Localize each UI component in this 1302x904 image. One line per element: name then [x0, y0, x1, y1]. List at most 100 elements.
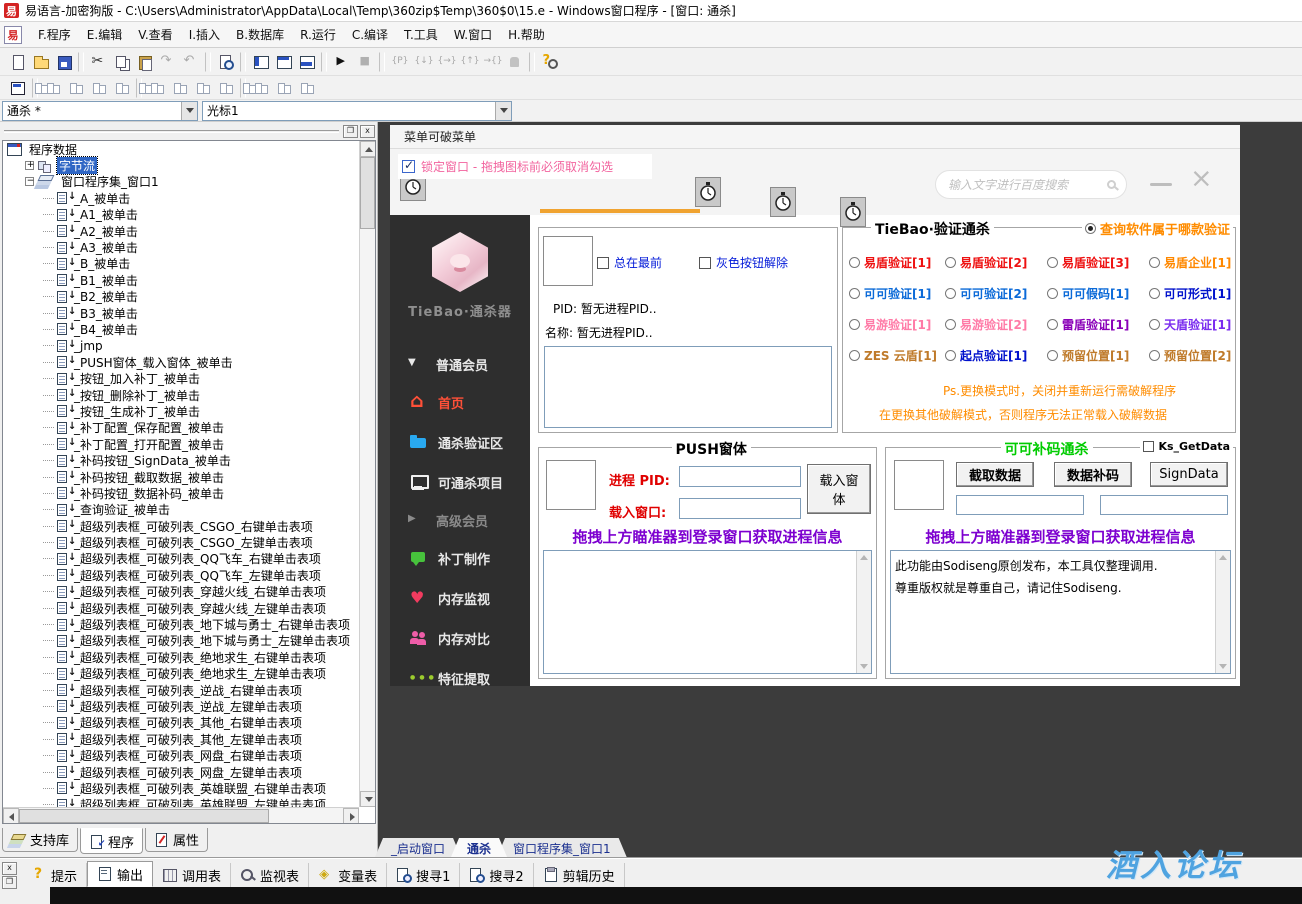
output-tab[interactable]: 监视表	[231, 863, 309, 887]
open-icon[interactable]	[29, 51, 52, 73]
expand-icon[interactable]	[25, 161, 34, 170]
scroll-left-icon[interactable]	[3, 808, 19, 824]
sidebar-item[interactable]: 通杀验证区	[390, 422, 530, 462]
run-icon[interactable]	[330, 51, 353, 73]
push-output-edit[interactable]	[543, 550, 872, 674]
verify-mode-radio[interactable]: 天盾验证[1]	[1149, 316, 1237, 333]
menu-item[interactable]: V.查看	[130, 25, 180, 45]
timer-component-icon[interactable]	[770, 187, 796, 217]
verify-mode-radio[interactable]: 易游验证[1]	[849, 316, 945, 333]
radio-icon[interactable]	[849, 350, 860, 361]
a10-icon[interactable]	[272, 77, 295, 99]
tree-item-event-sub[interactable]: _补丁配置_保存配置_被单击	[3, 420, 359, 436]
form-designer-icon[interactable]	[6, 77, 29, 99]
tree-horizontal-scrollbar[interactable]	[3, 807, 359, 823]
panel-restore-button[interactable]: ❐	[2, 876, 17, 889]
tree-item-event-sub[interactable]: _A1_被单击	[3, 207, 359, 223]
tree-item-event-sub[interactable]: _按钮_生成补丁_被单击	[3, 403, 359, 419]
tree-item-event-sub[interactable]: _超级列表框_可破列表_QQ飞车_左键单击表项	[3, 567, 359, 583]
cut-icon[interactable]	[87, 51, 110, 73]
sidebar-item[interactable]: 高级会员	[390, 502, 530, 538]
baidu-search-box[interactable]	[935, 170, 1127, 199]
radio-icon[interactable]	[1149, 350, 1160, 361]
tree-item-event-sub[interactable]: _查询验证_被单击	[3, 502, 359, 518]
tree-item-event-sub[interactable]: _PUSH窗体_载入窗体_被单击	[3, 354, 359, 370]
menu-item[interactable]: R.运行	[292, 25, 344, 45]
sidebar-item[interactable]: 特征提取	[390, 658, 530, 686]
radio-icon[interactable]	[849, 257, 860, 268]
chevron-down-icon[interactable]	[181, 102, 197, 120]
checkbox-icon[interactable]	[699, 257, 711, 269]
layout-grid-icon[interactable]	[295, 51, 318, 73]
tree-item-bytestream[interactable]: 字节流	[3, 157, 359, 173]
sidebar-item[interactable]: 补丁制作	[390, 538, 530, 578]
sidebar-item[interactable]: 普通会员	[390, 346, 530, 382]
radio-selected-icon[interactable]	[1085, 223, 1096, 234]
tree-item-event-sub[interactable]: _超级列表框_可破列表_英雄联盟_左键单击表项	[3, 797, 359, 807]
aim-target-box[interactable]	[894, 460, 944, 510]
data-patch-button[interactable]: 数据补码	[1054, 462, 1132, 487]
checkbox-icon[interactable]	[597, 257, 609, 269]
keke-notice-edit[interactable]: 此功能由Sodiseng原创发布，本工具仅整理调用. 尊重版权就是尊重自己，请记…	[890, 550, 1231, 674]
radio-icon[interactable]	[945, 350, 956, 361]
search-icon[interactable]	[1107, 180, 1116, 189]
menu-item[interactable]: I.插入	[181, 25, 228, 45]
workspace-tab[interactable]: 程序	[80, 828, 143, 854]
step-into-icon[interactable]	[411, 51, 434, 73]
a7-icon[interactable]	[191, 77, 214, 99]
keke-input-1[interactable]	[956, 495, 1084, 515]
stop-icon[interactable]	[353, 51, 376, 73]
output-tab[interactable]: 剪辑历史	[534, 863, 625, 887]
a2-icon[interactable]	[64, 77, 87, 99]
help-find-icon[interactable]	[538, 51, 561, 73]
sidebar-item[interactable]: 首页	[390, 382, 530, 422]
capture-data-button[interactable]: 截取数据	[956, 462, 1034, 487]
load-form-button[interactable]: 载入窗体	[807, 464, 871, 514]
output-tab[interactable]: 调用表	[153, 863, 231, 887]
load-window-input[interactable]	[679, 498, 801, 519]
tree-item-event-sub[interactable]: _B2_被单击	[3, 289, 359, 305]
menu-item[interactable]: F.程序	[30, 25, 79, 45]
tree-vertical-scrollbar[interactable]	[359, 141, 375, 807]
search-input[interactable]	[946, 177, 1107, 193]
radio-icon[interactable]	[945, 288, 956, 299]
tree-item-event-sub[interactable]: _超级列表框_可破列表_CSGO_左键单击表项	[3, 534, 359, 550]
tree-item-event-sub[interactable]: _超级列表框_可破列表_穿越火线_右键单击表项	[3, 584, 359, 600]
debug-vars-icon[interactable]	[388, 51, 411, 73]
ks-getdata-checkbox[interactable]: Ks_GetData	[1140, 440, 1233, 453]
run-to-cursor-icon[interactable]	[480, 51, 503, 73]
tree-item-event-sub[interactable]: _补码按钮_数据补码_被单击	[3, 485, 359, 501]
tree-item-event-sub[interactable]: _超级列表框_可破列表_英雄联盟_右键单击表项	[3, 780, 359, 796]
tree-item-event-sub[interactable]: _按钮_加入补丁_被单击	[3, 370, 359, 386]
tree-item-event-sub[interactable]: _超级列表框_可破列表_其他_右键单击表项	[3, 715, 359, 731]
output-tab[interactable]: 搜寻1	[387, 863, 460, 887]
process-pid-input[interactable]	[679, 466, 801, 487]
tree-item-event-sub[interactable]: _超级列表框_可破列表_QQ飞车_右键单击表项	[3, 551, 359, 567]
panel-grip[interactable]	[4, 130, 339, 133]
verify-mode-radio[interactable]: 预留位置[1]	[1047, 347, 1149, 364]
tree-item-event-sub[interactable]: _超级列表框_可破列表_地下城与勇士_右键单击表项	[3, 616, 359, 632]
scroll-down-icon[interactable]	[360, 791, 376, 807]
scrollbar-thumb[interactable]	[360, 157, 375, 229]
scroll-right-icon[interactable]	[343, 808, 359, 824]
tree-item-event-sub[interactable]: _超级列表框_可破列表_逆战_左键单击表项	[3, 698, 359, 714]
radio-icon[interactable]	[1149, 288, 1160, 299]
sidebar-item[interactable]: 内存监视	[390, 578, 530, 618]
menu-item[interactable]: H.帮助	[500, 25, 553, 45]
step-out-icon[interactable]	[457, 51, 480, 73]
verify-mode-radio[interactable]: ZES 云盾[1]	[849, 347, 945, 364]
tree-item-event-sub[interactable]: _按钮_删除补丁_被单击	[3, 387, 359, 403]
tree-item-event-sub[interactable]: _B3_被单击	[3, 305, 359, 321]
tree-item-event-sub[interactable]: _B4_被单击	[3, 321, 359, 337]
pause-hand-icon[interactable]	[503, 51, 526, 73]
tree-item-event-sub[interactable]: _超级列表框_可破列表_网盘_右键单击表项	[3, 747, 359, 763]
radio-icon[interactable]	[849, 288, 860, 299]
menu-item[interactable]: T.工具	[396, 25, 446, 45]
step-over-icon[interactable]	[434, 51, 457, 73]
tree-item-event-sub[interactable]: _超级列表框_可破列表_CSGO_右键单击表项	[3, 518, 359, 534]
radio-icon[interactable]	[1047, 257, 1058, 268]
tree-item-event-sub[interactable]: _超级列表框_可破列表_地下城与勇士_左键单击表项	[3, 633, 359, 649]
tree-root[interactable]: 程序数据	[3, 141, 359, 157]
tree-item-event-sub[interactable]: _A3_被单击	[3, 239, 359, 255]
chevron-down-icon[interactable]	[495, 102, 511, 120]
